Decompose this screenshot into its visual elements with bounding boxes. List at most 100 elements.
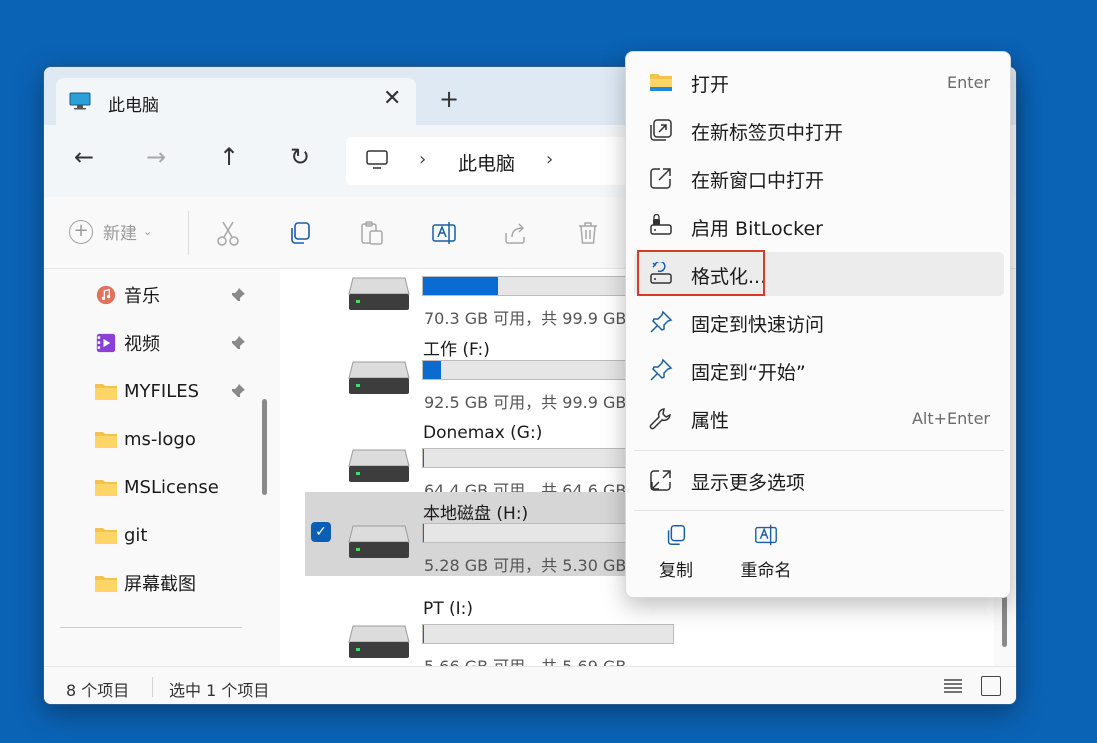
new-window-icon [650, 168, 671, 189]
sidebar-item-label: git [124, 524, 148, 546]
menu-item-properties[interactable]: 属性 Alt+Enter [634, 396, 1004, 440]
hard-drive-icon [348, 361, 410, 394]
folder-icon [95, 576, 117, 592]
menu-item-label: 启用 BitLocker [691, 218, 823, 240]
cut-icon[interactable] [214, 219, 242, 247]
menu-item-pin-start[interactable]: 固定到“开始” [634, 348, 1004, 392]
music-icon [96, 285, 116, 305]
rename-icon[interactable] [430, 219, 458, 247]
sidebar-item-screenshots[interactable]: 屏幕截图 [94, 568, 254, 598]
sidebar-item-label: MSLicense [124, 476, 219, 498]
item-count: 8 个项目 [66, 681, 130, 700]
share-icon[interactable] [502, 219, 530, 247]
back-button[interactable]: ← [74, 145, 94, 169]
menu-item-label: 打开 [691, 74, 730, 96]
hard-drive-icon [348, 625, 410, 658]
tab-close-button[interactable]: ✕ [383, 88, 401, 110]
format-highlight-annotation [637, 250, 765, 296]
toolbar-divider [188, 211, 189, 255]
drive-usage-bar [422, 624, 674, 644]
drive-free-space: 5.28 GB 可用，共 5.30 GB [424, 556, 627, 575]
menu-item-pin-quick-access[interactable]: 固定到快速访问 [634, 300, 1004, 344]
breadcrumb-this-pc[interactable]: 此电脑 [458, 149, 515, 176]
sidebar-item-mslicense[interactable]: MSLicense [94, 472, 254, 502]
sidebar-item-ms-logo[interactable]: ms-logo [94, 424, 254, 454]
quick-action-rename[interactable]: 重命名 [731, 522, 801, 586]
sidebar-item-label: 屏幕截图 [124, 574, 196, 595]
pin-icon[interactable] [230, 287, 246, 303]
sidebar-item-label: 音乐 [124, 286, 160, 307]
drive-name: 本地磁盘 (H:) [423, 504, 529, 524]
menu-item-shortcut: Alt+Enter [911, 409, 990, 428]
menu-item-open[interactable]: 打开 Enter [634, 60, 1004, 104]
navigation-pane: 音乐 视频 MYFILES ms-logo MSLicense git 屏幕截图 [44, 269, 272, 666]
delete-icon[interactable] [574, 219, 602, 247]
pin-icon [650, 310, 673, 333]
status-bar: 8 个项目 选中 1 个项目 [44, 666, 1016, 704]
up-button[interactable]: ↑ [219, 145, 239, 169]
details-view-icon[interactable] [942, 677, 964, 695]
drive-name: PT (I:) [423, 599, 474, 619]
tab-this-pc[interactable]: 此电脑 ✕ [56, 78, 416, 126]
new-button[interactable]: + 新建 ⌄ [69, 219, 152, 244]
menu-item-label: 固定到快速访问 [691, 314, 825, 336]
sidebar-item-label: 视频 [124, 334, 160, 355]
sidebar-divider [60, 627, 242, 628]
menu-item-open-new-tab[interactable]: 在新标签页中打开 [634, 108, 1004, 152]
sidebar-item-label: MYFILES [124, 380, 200, 402]
new-tab-icon [650, 119, 672, 141]
menu-item-label: 在新标签页中打开 [691, 122, 844, 144]
folder-open-icon [650, 74, 672, 91]
drive-usage-fill [423, 524, 424, 542]
computer-outline-icon [366, 150, 388, 169]
hard-drive-icon [348, 525, 410, 558]
copy-icon[interactable] [286, 219, 314, 247]
folder-icon [95, 384, 117, 400]
menu-item-enable-bitlocker[interactable]: 启用 BitLocker [634, 204, 1004, 248]
breadcrumb-chevron-icon[interactable]: › [546, 149, 553, 170]
selection-count: 选中 1 个项目 [169, 681, 270, 700]
sidebar-item-git[interactable]: git [94, 520, 254, 550]
quick-action-copy[interactable]: 复制 [641, 522, 711, 586]
menu-item-label: 在新窗口中打开 [691, 170, 825, 192]
pin-icon[interactable] [230, 335, 246, 351]
menu-item-label: 固定到“开始” [691, 362, 806, 384]
pin-icon [650, 358, 673, 381]
menu-divider [634, 450, 1004, 451]
computer-icon [69, 92, 91, 110]
quick-action-label: 重命名 [740, 561, 792, 581]
drive-name: 工作 (F:) [423, 340, 490, 360]
folder-icon [95, 432, 117, 448]
paste-icon[interactable] [358, 219, 386, 247]
plus-icon: + [69, 219, 93, 244]
video-icon [96, 333, 116, 353]
drive-usage-fill [423, 449, 424, 467]
address-bar[interactable]: › 此电脑 › [346, 137, 666, 185]
forward-button[interactable]: → [146, 145, 166, 169]
menu-item-open-new-window[interactable]: 在新窗口中打开 [634, 156, 1004, 200]
pin-icon[interactable] [230, 383, 246, 399]
menu-item-label: 属性 [691, 410, 730, 432]
checkbox-checked-icon[interactable]: ✓ [311, 522, 331, 542]
breadcrumb-chevron-icon[interactable]: › [419, 149, 426, 170]
drive-free-space: 70.3 GB 可用，共 99.9 GB [424, 309, 627, 328]
status-divider [152, 677, 153, 697]
new-label: 新建 [103, 224, 137, 244]
menu-item-show-more-options[interactable]: 显示更多选项 [634, 458, 1004, 502]
drive-usage-fill [423, 277, 498, 295]
sidebar-item-label: ms-logo [124, 428, 196, 450]
tiles-view-icon[interactable] [981, 676, 1001, 696]
sidebar-scrollbar[interactable] [262, 399, 267, 495]
context-menu: 打开 Enter 在新标签页中打开 在新窗口中打开 启用 BitLocker 格… [625, 51, 1011, 598]
drive-usage-fill [423, 361, 441, 379]
menu-item-label: 显示更多选项 [691, 472, 806, 494]
tab-title: 此电脑 [108, 96, 159, 116]
bitlocker-icon [650, 214, 672, 235]
hard-drive-icon [348, 277, 410, 310]
quick-action-label: 复制 [659, 561, 693, 581]
new-tab-button[interactable]: + [439, 87, 459, 111]
refresh-button[interactable]: ↻ [290, 145, 310, 169]
drive-item-i[interactable]: PT (I:) 5.66 GB 可用，共 5.69 GB [305, 599, 994, 666]
menu-divider [634, 510, 1004, 511]
wrench-icon [649, 408, 671, 430]
